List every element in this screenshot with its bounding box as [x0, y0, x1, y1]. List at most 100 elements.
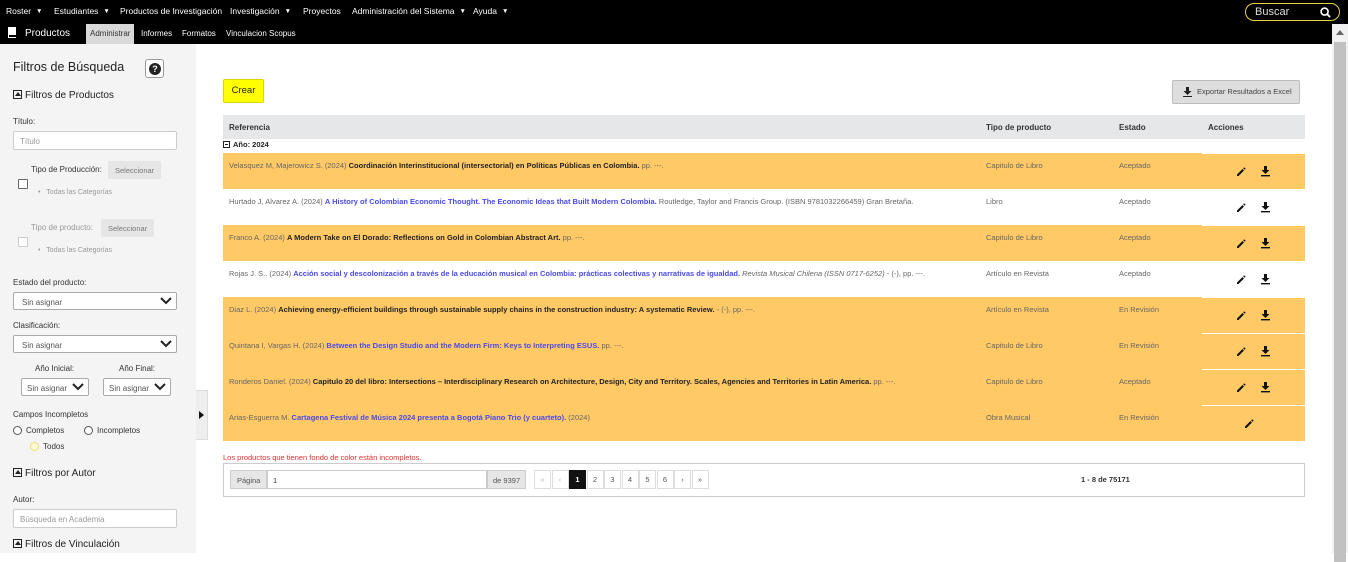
section-label: Filtros de Productos	[25, 90, 114, 101]
page-button[interactable]: 6	[656, 470, 674, 489]
row-divider	[1202, 369, 1305, 370]
module-navbar: Productos Administrar Informes Formatos …	[0, 24, 1348, 44]
table-row[interactable]: Franco A. (2024) A Modern Take on El Dor…	[223, 225, 1305, 261]
topnav-item-2[interactable]: Productos de Investigación	[120, 6, 222, 16]
edit-pencil-icon[interactable]	[1236, 202, 1246, 212]
collapse-group-icon[interactable]	[223, 141, 230, 148]
sidebar-toggle-handle[interactable]	[196, 390, 208, 440]
col-referencia[interactable]: Referencia	[229, 123, 270, 132]
download-icon[interactable]	[1261, 310, 1270, 321]
autor-search-input[interactable]: Búsqueda en Academia	[13, 509, 177, 528]
page-button[interactable]: 1	[569, 470, 586, 489]
clasificacion-select[interactable]: Sin asignar	[13, 335, 177, 353]
page-button[interactable]: ›	[674, 470, 691, 489]
topnav-item-0[interactable]: Roster ▼	[6, 6, 42, 16]
product-type-cell: Artículo en Revista	[986, 269, 1049, 278]
download-icon[interactable]	[1261, 238, 1270, 249]
page-button[interactable]: 5	[639, 470, 656, 489]
tab-vinculacion-scopus[interactable]: Vinculacion Scopus	[222, 24, 300, 44]
page-input[interactable]: 1	[267, 470, 487, 489]
tipo-producto-all-label: Todas las Categorías	[46, 247, 113, 254]
tipo-produccion-select-button[interactable]: Seleccionar	[108, 161, 162, 179]
radio-todos[interactable]	[30, 442, 39, 451]
section-filtros-vinculacion[interactable]: Filtros de Vinculación	[13, 539, 120, 550]
global-search[interactable]: Buscar	[1245, 3, 1340, 21]
col-estado[interactable]: Estado	[1119, 123, 1146, 132]
tab-informes[interactable]: Informes	[137, 24, 176, 44]
page-button[interactable]: «	[534, 470, 551, 489]
tab-formatos[interactable]: Formatos	[178, 24, 220, 44]
topnav-item-3[interactable]: Investigación ▼	[230, 6, 291, 16]
ref-title[interactable]: A History of Colombian Economic Thought.…	[325, 197, 657, 206]
download-icon[interactable]	[1261, 274, 1270, 285]
anio-inicial-select[interactable]: Sin asignar	[21, 378, 89, 396]
ref-title[interactable]: Between the Design Studio and the Modern…	[326, 341, 599, 350]
create-button[interactable]: Crear	[223, 79, 264, 103]
page-button[interactable]: 4	[621, 470, 639, 489]
table-row[interactable]: Ronderos Daniel. (2024) Capitulo 20 del …	[223, 369, 1305, 405]
edit-pencil-icon[interactable]	[1236, 310, 1246, 320]
help-button[interactable]: ?	[145, 59, 164, 78]
row-divider	[1202, 405, 1305, 406]
table-row[interactable]: Velasquez M, Majerowicz S. (2024) Coordi…	[223, 153, 1305, 189]
page-scrollbar[interactable]	[1332, 24, 1348, 562]
table-row[interactable]: Quintana I, Vargas H. (2024) Between the…	[223, 333, 1305, 369]
export-excel-button[interactable]: Exportar Resultados a Excel	[1172, 80, 1300, 104]
book-icon	[8, 27, 16, 38]
section-filtros-autor[interactable]: Filtros por Autor	[13, 468, 96, 479]
tipo-producto-select-button[interactable]: Seleccionar	[101, 219, 155, 237]
tipo-producto-checkbox[interactable]	[18, 237, 28, 247]
edit-pencil-icon[interactable]	[1236, 274, 1246, 284]
search-icon[interactable]	[1320, 7, 1331, 18]
titulo-input[interactable]: Título	[13, 131, 177, 150]
radio-incompletos[interactable]	[84, 426, 93, 435]
anio-final-select[interactable]: Sin asignar	[103, 378, 171, 396]
group-header-year[interactable]: Año: 2024	[223, 140, 269, 149]
edit-pencil-icon[interactable]	[1236, 346, 1246, 356]
tipo-produccion-checkbox[interactable]	[18, 179, 28, 189]
estado-select[interactable]: Sin asignar	[13, 292, 177, 310]
page-button[interactable]: ‹	[551, 470, 569, 489]
edit-pencil-icon[interactable]	[1236, 238, 1246, 248]
ref-title[interactable]: Acción social y descolonización a través…	[293, 269, 740, 278]
edit-pencil-icon[interactable]	[1236, 166, 1246, 176]
caret-down-icon: ▼	[501, 8, 509, 15]
page-button[interactable]: 3	[604, 470, 621, 489]
edit-pencil-icon[interactable]	[1244, 418, 1254, 428]
topnav-item-6[interactable]: Ayuda ▼	[473, 6, 508, 16]
topnav-item-5[interactable]: Administración del Sistema ▼	[352, 6, 466, 16]
download-icon[interactable]	[1261, 202, 1270, 213]
edit-pencil-icon[interactable]	[1236, 382, 1246, 392]
scroll-up-icon[interactable]	[1336, 30, 1344, 35]
table-row[interactable]: Rojas J. S.. (2024) Acción social y desc…	[223, 261, 1305, 297]
status-cell: En Revisión	[1119, 305, 1160, 314]
topnav-item-1[interactable]: Estudiantes ▼	[54, 6, 110, 16]
section-filtros-productos[interactable]: Filtros de Productos	[13, 90, 114, 101]
page-button[interactable]: »	[691, 470, 709, 489]
download-icon[interactable]	[1261, 346, 1270, 357]
group-label: Año: 2024	[233, 140, 269, 149]
topnav-item-4[interactable]: Proyectos	[303, 6, 341, 16]
ref-details: (2024)	[566, 413, 590, 422]
module-brand[interactable]: Productos	[8, 27, 70, 39]
scrollbar-thumb[interactable]	[1334, 42, 1346, 562]
titulo-label: Título:	[13, 117, 36, 126]
tab-administrar[interactable]: Administrar	[86, 24, 135, 44]
page-button[interactable]: 2	[586, 470, 604, 489]
ref-details: - (-), pp. ---.	[714, 305, 755, 314]
table-row[interactable]: Hurtado J, Alvarez A. (2024) A History o…	[223, 189, 1305, 225]
topnav-item-label: Administración del Sistema	[352, 6, 455, 16]
download-icon[interactable]	[1261, 382, 1270, 393]
download-icon[interactable]	[1261, 166, 1270, 177]
pagination-bar: Página 1 de 9397 «‹ 1 2 3 4 5 6 ›» 1 - 8 de 751…	[223, 463, 1305, 497]
anio-inicial-label: Año Inicial:	[35, 364, 75, 373]
chevron-down-icon	[72, 383, 84, 391]
table-row[interactable]: Arias-Esguerra M. Cartagena Festival de …	[223, 405, 1305, 441]
caret-down-icon: ▼	[36, 8, 43, 15]
radio-completos[interactable]	[13, 426, 22, 435]
ref-title[interactable]: Cartagena Festival de Música 2024 presen…	[292, 413, 567, 422]
incomplete-note: Los productos que tienen fondo de color …	[223, 453, 422, 462]
table-row[interactable]: Diaz L. (2024) Achieving energy-efficien…	[223, 297, 1305, 333]
col-tipo[interactable]: Tipo de producto	[986, 123, 1051, 132]
topnav-item-label: Ayuda	[473, 6, 497, 16]
